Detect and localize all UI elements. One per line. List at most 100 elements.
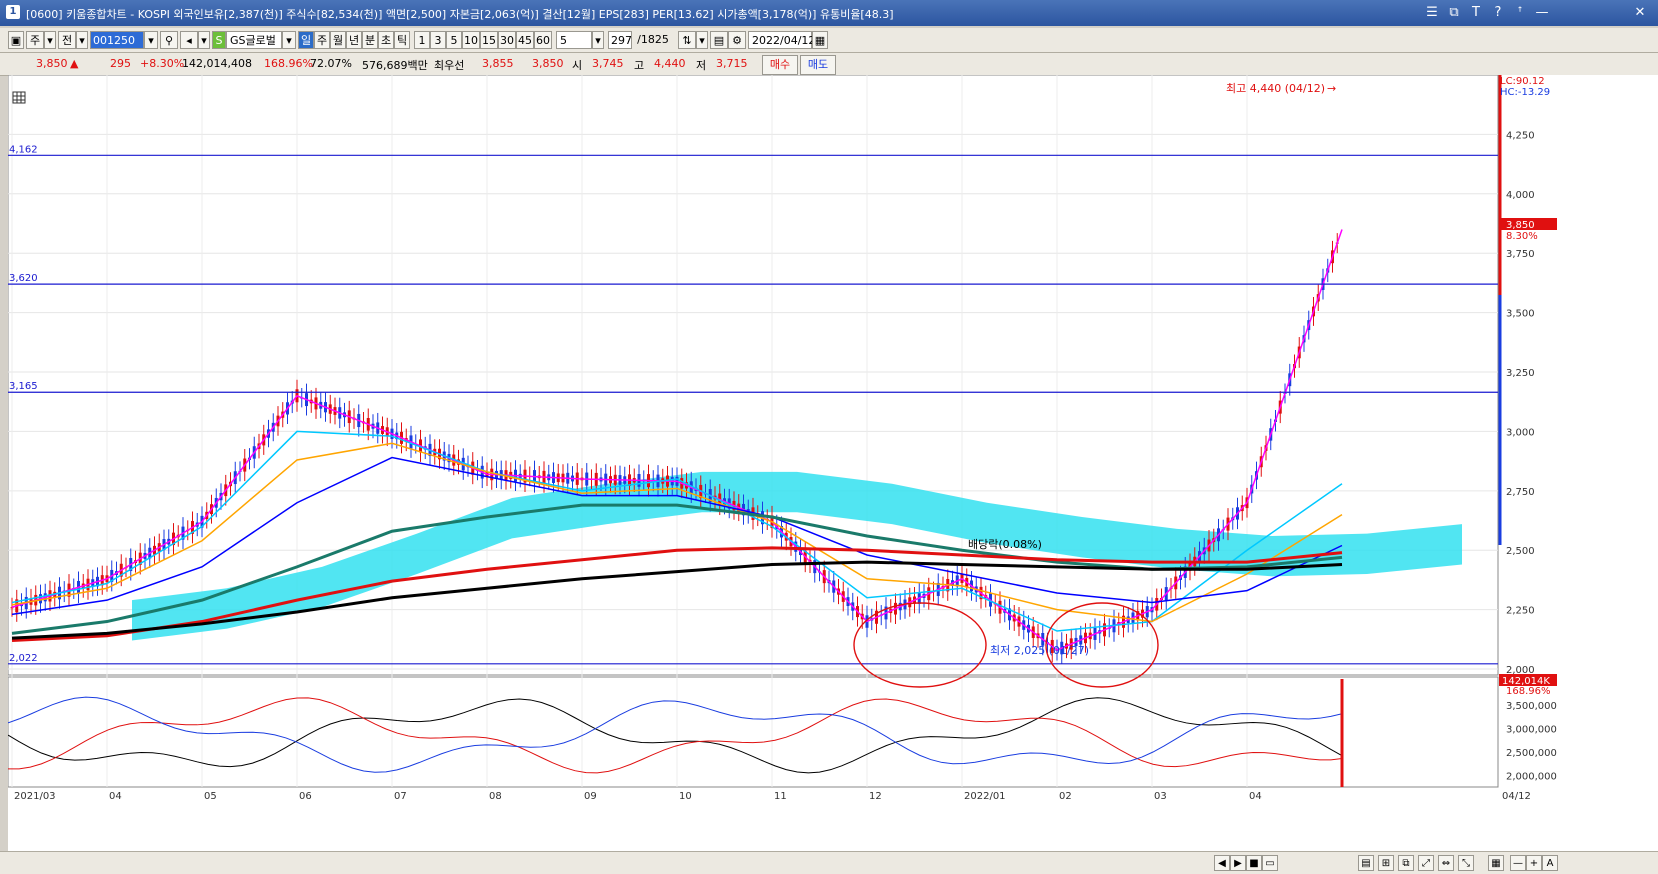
sell-button[interactable]: 매도 (800, 55, 836, 75)
period-week[interactable]: 주 (314, 31, 330, 49)
period-day[interactable]: 일 (298, 31, 314, 49)
window-title: [0600] 키움종합차트 - KOSPI 외국인보유[2,387(천)] 주식… (26, 8, 894, 21)
reference-label: 3,620 (9, 273, 38, 284)
interval-15[interactable]: 15 (480, 31, 498, 49)
y-tick-label: 3,000 (1506, 427, 1535, 438)
prev-dropdown-icon[interactable]: ▾ (76, 31, 88, 49)
x-tick-label: 09 (584, 791, 597, 802)
best-label: 최우선 (434, 59, 465, 72)
gear-icon[interactable]: ⚙ (728, 31, 746, 49)
minimize-button[interactable]: — (1532, 3, 1552, 23)
stop-button[interactable]: ■ (1246, 855, 1262, 871)
fit-width-icon[interactable]: ⇔ (1438, 855, 1454, 871)
pin-icon[interactable]: ꜛ (1510, 3, 1530, 23)
name-dropdown-icon[interactable]: ▾ (282, 31, 296, 49)
group-icon: S (212, 31, 226, 49)
scroll-right-button[interactable]: ▶ (1230, 855, 1246, 871)
interval-45[interactable]: 45 (516, 31, 534, 49)
zoom-out-button[interactable]: — (1510, 855, 1526, 871)
y-tick-label: 2,500 (1506, 546, 1535, 557)
interval-input[interactable]: 5 (556, 31, 592, 49)
close-button[interactable]: ✕ (1630, 3, 1650, 23)
volume: 142,014,408 (182, 57, 252, 70)
mode-select[interactable]: 주 (26, 31, 44, 49)
indicator-dropdown-icon[interactable]: ▾ (696, 31, 708, 49)
interval-3[interactable]: 3 (430, 31, 446, 49)
prev-button[interactable]: 전 (58, 31, 76, 49)
speaker-dropdown-icon[interactable]: ▾ (198, 31, 210, 49)
best-bid: 3,850 (532, 57, 564, 70)
view-grid-icon[interactable]: ⊞ (1378, 855, 1394, 871)
price-chart[interactable]: 4,1623,6203,1652,022 2,0002,2502,5002,75… (7, 74, 1658, 851)
count-input[interactable]: 297 (608, 31, 632, 49)
interval-5[interactable]: 5 (446, 31, 462, 49)
menu-icon[interactable]: ☰ (1422, 3, 1442, 23)
calendar-icon[interactable]: ▦ (812, 31, 828, 49)
x-tick-label: 07 (394, 791, 407, 802)
volume-tick-label: 2,000,000 (1506, 771, 1557, 782)
view-copy-icon[interactable]: ⧉ (1398, 855, 1414, 871)
indicator-icon[interactable]: ⇅ (678, 31, 696, 49)
auto-scale-button[interactable]: A (1542, 855, 1558, 871)
stock-code-input[interactable]: 001250 (90, 31, 144, 49)
interval-dropdown-icon[interactable]: ▾ (592, 31, 604, 49)
x-tick-label: 03 (1154, 791, 1167, 802)
volume-panel (7, 676, 1499, 788)
low-label: 저 (696, 59, 707, 72)
expand-icon[interactable]: ⤢ (1418, 855, 1434, 871)
speaker-icon[interactable]: ◂ (180, 31, 198, 49)
search-icon[interactable]: ⚲ (160, 31, 178, 49)
code-dropdown-icon[interactable]: ▾ (144, 31, 158, 49)
period-month[interactable]: 월 (330, 31, 346, 49)
price-change: 295 (110, 57, 131, 70)
buy-button[interactable]: 매수 (762, 55, 798, 75)
layout-icon[interactable]: ▣ (8, 31, 24, 49)
mode-dropdown-icon[interactable]: ▾ (44, 31, 56, 49)
hc-label: HC:-13.29 (1500, 87, 1550, 98)
reference-label: 4,162 (9, 144, 38, 155)
x-tick-label: 05 (204, 791, 217, 802)
period-tick[interactable]: 틱 (394, 31, 410, 49)
resize-icon[interactable]: ⤡ (1458, 855, 1474, 871)
stock-name-field[interactable]: GS글로벌 (226, 31, 282, 49)
interval-30[interactable]: 30 (498, 31, 516, 49)
period-year[interactable]: 년 (346, 31, 362, 49)
price-panel (7, 74, 1499, 676)
interval-10[interactable]: 10 (462, 31, 480, 49)
best-ask: 3,855 (482, 57, 514, 70)
x-tick-label: 02 (1059, 791, 1072, 802)
price-badge-text: 3,850 (1506, 220, 1535, 231)
zoom-in-button[interactable]: + (1526, 855, 1542, 871)
x-tick-label: 06 (299, 791, 312, 802)
count-total: /1825 (637, 33, 669, 46)
scrollbar-thumb[interactable]: ▭ (1262, 855, 1278, 871)
scroll-left-button[interactable]: ◀ (1214, 855, 1230, 871)
chart-area[interactable]: 4,162 3,620 3,165 2,022 2,000 2,250 2,500 2,75… (7, 74, 1658, 851)
save-icon[interactable]: ▤ (710, 31, 728, 49)
volume-ratio: 168.96% (264, 57, 313, 70)
price-badge-pct: 8.30% (1506, 231, 1538, 242)
dividend-annotation: 배당락(0.08%) (968, 538, 1042, 551)
high-arrow-icon: → (1327, 82, 1336, 95)
low-price: 3,715 (716, 57, 748, 70)
high-annotation: 최고 4,440 (04/12) (1226, 82, 1325, 95)
view-list-icon[interactable]: ▤ (1358, 855, 1374, 871)
y-tick-label: 2,750 (1506, 487, 1535, 498)
x-tick-label: 10 (679, 791, 692, 802)
period-minute[interactable]: 분 (362, 31, 378, 49)
period-second[interactable]: 초 (378, 31, 394, 49)
x-tick-label: 04/12 (1502, 791, 1531, 802)
help-icon[interactable]: ? (1488, 3, 1508, 23)
text-icon[interactable]: T (1466, 3, 1486, 23)
table-icon[interactable]: ▦ (1488, 855, 1504, 871)
y-tick-label: 4,000 (1506, 190, 1535, 201)
restore-icon[interactable]: ⧉ (1444, 3, 1464, 23)
y-tick-label: 4,250 (1506, 130, 1535, 141)
current-price: 3,850 (36, 57, 68, 70)
interval-1[interactable]: 1 (414, 31, 430, 49)
x-tick-label: 11 (774, 791, 787, 802)
interval-60[interactable]: 60 (534, 31, 552, 49)
y-tick-label: 2,250 (1506, 606, 1535, 617)
x-tick-label: 04 (1249, 791, 1262, 802)
date-input[interactable]: 2022/04/12 (748, 31, 815, 49)
